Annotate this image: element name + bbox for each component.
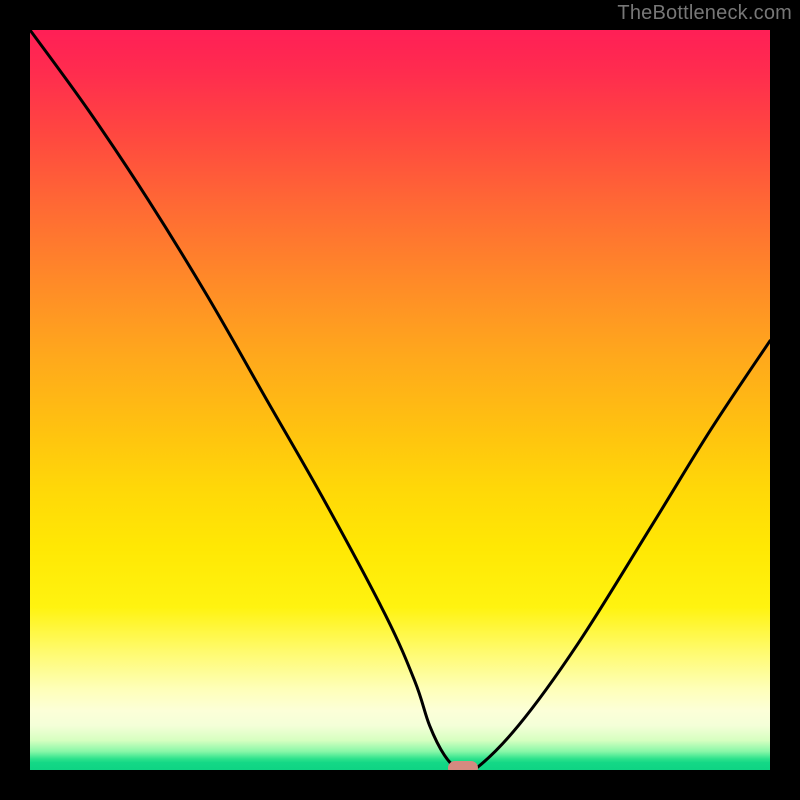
watermark-text: TheBottleneck.com [617,2,792,25]
plot-area [30,30,770,770]
optimal-marker [448,761,478,770]
chart-frame: TheBottleneck.com [0,0,800,800]
gradient-background [30,30,770,770]
